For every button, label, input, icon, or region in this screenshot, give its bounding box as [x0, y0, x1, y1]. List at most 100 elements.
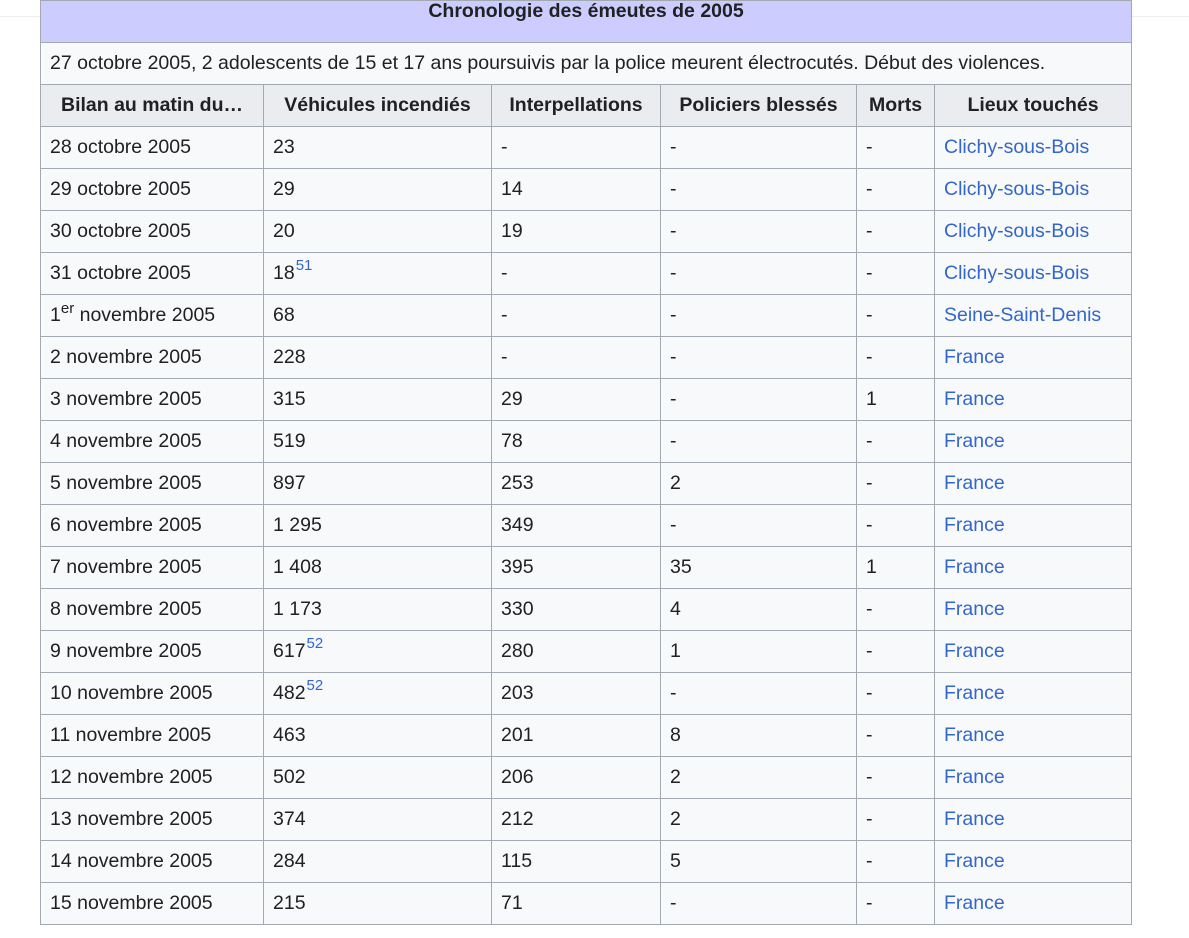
- cell-vehicules: 215: [263, 882, 492, 925]
- cell-morts: -: [856, 882, 935, 925]
- cell-lieux: France: [933, 840, 1133, 883]
- cell-lieux: France: [933, 420, 1133, 463]
- cell-date: 13 novembre 2005: [40, 798, 264, 841]
- location-link[interactable]: Clichy-sous-Bois: [944, 262, 1089, 284]
- cell-policiers: 2: [660, 798, 857, 841]
- table-row: 12 novembre 2005 502 206 2- France: [40, 756, 1133, 799]
- cell-policiers: -: [660, 294, 857, 337]
- cell-policiers: 2: [660, 756, 857, 799]
- location-link[interactable]: France: [944, 388, 1005, 410]
- cell-interpellations: 71: [491, 882, 661, 925]
- cell-interpellations: -: [491, 294, 661, 337]
- location-link[interactable]: Clichy-sous-Bois: [944, 220, 1089, 242]
- cell-vehicules: 1851: [263, 252, 492, 295]
- cell-date: 29 octobre 2005: [40, 168, 264, 211]
- location-link[interactable]: France: [944, 766, 1005, 788]
- cell-lieux: France: [933, 504, 1133, 547]
- header-policiers: Policiers blessés: [660, 84, 857, 127]
- cell-lieux: France: [933, 672, 1133, 715]
- table-row: 8 novembre 2005 1 173 330 4- France: [40, 588, 1133, 631]
- cell-vehicules-value: 23: [273, 136, 295, 158]
- cell-vehicules: 48252: [263, 672, 492, 715]
- cell-vehicules: 23: [263, 126, 492, 169]
- cell-vehicules-value: 20: [273, 220, 295, 242]
- location-link[interactable]: France: [944, 808, 1005, 830]
- table-row: 2 novembre 2005 228- - - France: [40, 336, 1133, 379]
- location-link[interactable]: France: [944, 724, 1005, 746]
- cell-interpellations: 115: [491, 840, 661, 883]
- cell-lieux: France: [933, 588, 1133, 631]
- cell-policiers: -: [660, 882, 857, 925]
- location-link[interactable]: France: [944, 514, 1005, 536]
- cell-date-rest: novembre 2005: [74, 304, 216, 326]
- table-intro-text: 27 octobre 2005, 2 adolescents de 15 et …: [39, 42, 1133, 85]
- reference-link[interactable]: 51: [296, 257, 313, 274]
- cell-lieux: France: [933, 546, 1133, 589]
- table-row: 11 novembre 2005 463 201 8- France: [40, 714, 1133, 757]
- location-link[interactable]: Clichy-sous-Bois: [944, 178, 1089, 200]
- cell-vehicules: 502: [263, 756, 492, 799]
- table-row: 14 novembre 2005 284 115 5- France: [40, 840, 1133, 883]
- table-row: 9 novembre 2005 61752 280 1- France: [40, 630, 1133, 673]
- location-link[interactable]: Seine-Saint-Denis: [944, 304, 1101, 326]
- cell-lieux: Clichy-sous-Bois: [933, 168, 1133, 211]
- cell-date: 6 novembre 2005: [40, 504, 264, 547]
- cell-policiers: 8: [660, 714, 857, 757]
- location-link[interactable]: France: [944, 556, 1005, 578]
- reference-link[interactable]: 52: [307, 677, 324, 694]
- location-link[interactable]: France: [944, 640, 1005, 662]
- cell-policiers: 1: [660, 630, 857, 673]
- table-intro-row: 27 octobre 2005, 2 adolescents de 15 et …: [39, 42, 1133, 85]
- cell-lieux: Clichy-sous-Bois: [933, 210, 1133, 253]
- cell-vehicules-value: 1 408: [273, 556, 322, 578]
- cell-morts: -: [856, 798, 935, 841]
- location-link[interactable]: Clichy-sous-Bois: [944, 136, 1089, 158]
- location-link[interactable]: France: [944, 682, 1005, 704]
- table-caption-row: Chronologie des émeutes de 2005: [39, 0, 1133, 43]
- cell-vehicules: 897: [263, 462, 492, 505]
- location-link[interactable]: France: [944, 472, 1005, 494]
- cell-vehicules: 463: [263, 714, 492, 757]
- cell-vehicules-value: 29: [273, 178, 295, 200]
- cell-vehicules: 29: [263, 168, 492, 211]
- cell-vehicules-value: 315: [273, 388, 306, 410]
- cell-vehicules: 315: [263, 378, 492, 421]
- location-link[interactable]: France: [944, 850, 1005, 872]
- cell-date-ordinal: er: [60, 299, 75, 317]
- cell-interpellations: -: [491, 336, 661, 379]
- cell-interpellations: 206: [491, 756, 661, 799]
- cell-interpellations: 330: [491, 588, 661, 631]
- table-row: 10 novembre 2005 48252 203- - France: [40, 672, 1133, 715]
- cell-vehicules: 68: [263, 294, 492, 337]
- cell-morts: -: [856, 756, 935, 799]
- cell-morts: 1: [856, 378, 935, 421]
- cell-interpellations: 201: [491, 714, 661, 757]
- cell-vehicules-value: 463: [273, 724, 306, 746]
- cell-lieux: France: [933, 630, 1133, 673]
- cell-lieux: France: [933, 336, 1133, 379]
- cell-morts: -: [856, 126, 935, 169]
- location-link[interactable]: France: [944, 346, 1005, 368]
- location-link[interactable]: France: [944, 598, 1005, 620]
- cell-morts: -: [856, 672, 935, 715]
- cell-vehicules: 1 173: [263, 588, 492, 631]
- cell-interpellations: -: [491, 126, 661, 169]
- header-morts: Morts: [856, 84, 935, 127]
- table-header-row: Bilan au matin du… Véhicules incendiés I…: [40, 84, 1133, 127]
- table-caption: Chronologie des émeutes de 2005: [39, 0, 1133, 43]
- cell-interpellations: 253: [491, 462, 661, 505]
- cell-interpellations: 29: [491, 378, 661, 421]
- cell-vehicules-value: 519: [273, 430, 306, 452]
- table-row: 1er novembre 2005 68- - - Seine-Saint-Denis: [40, 294, 1133, 337]
- cell-lieux: Clichy-sous-Bois: [933, 252, 1133, 295]
- cell-lieux: France: [933, 714, 1133, 757]
- cell-morts: -: [856, 294, 935, 337]
- cell-date: 10 novembre 2005: [40, 672, 264, 715]
- cell-interpellations: 14: [491, 168, 661, 211]
- table-body: 28 octobre 2005 23- - - Clichy-sous-Bois 29 o…: [40, 126, 1133, 925]
- reference-link[interactable]: 52: [307, 635, 324, 652]
- cell-morts: 1: [856, 546, 935, 589]
- location-link[interactable]: France: [944, 430, 1005, 452]
- location-link[interactable]: France: [944, 892, 1005, 914]
- cell-vehicules-value: 215: [273, 892, 306, 914]
